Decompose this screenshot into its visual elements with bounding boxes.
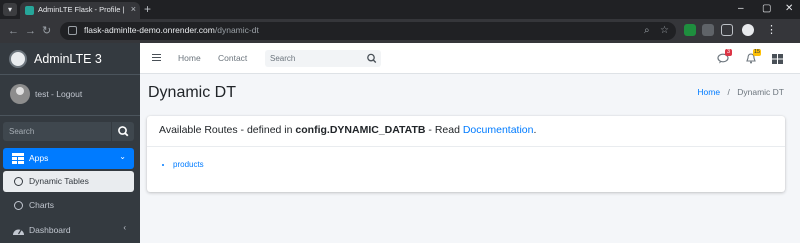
chevron-down-icon: ⌄	[119, 152, 126, 161]
adminlte-logo-icon	[9, 50, 27, 68]
brand-text: AdminLTE 3	[34, 52, 102, 66]
new-tab-button[interactable]: +	[144, 2, 151, 16]
control-sidebar-icon[interactable]	[772, 53, 783, 67]
address-bar[interactable]: flask-adminlte-demo.onrender.com/dynamic…	[60, 22, 676, 40]
card-title: Available Routes - defined in config.DYN…	[159, 124, 537, 136]
search-icon[interactable]	[366, 53, 378, 64]
sidebar-search-button[interactable]	[111, 122, 134, 141]
site-info-icon[interactable]	[68, 26, 77, 35]
routes-card: Available Routes - defined in config.DYN…	[147, 116, 785, 192]
extensions-puzzle-icon[interactable]	[721, 24, 733, 36]
browser-tabstrip: ▾ AdminLTE Flask - Profile | App... × + …	[0, 0, 800, 19]
sidebar-item-apps[interactable]: Apps ⌄	[3, 148, 134, 169]
th-large-icon	[772, 54, 783, 64]
browser-menu-icon[interactable]: ⋮	[766, 23, 777, 37]
reload-icon[interactable]: ↻	[42, 24, 51, 38]
profile-avatar-icon[interactable]	[742, 24, 754, 36]
favicon-icon	[25, 6, 34, 15]
sidebar-item-label: Dashboard	[29, 225, 71, 235]
route-link-products[interactable]: products	[173, 160, 204, 169]
menu-toggle-icon[interactable]	[152, 54, 161, 61]
zoom-icon[interactable]: ⌕	[644, 24, 650, 37]
bookmark-star-icon[interactable]: ☆	[660, 24, 669, 37]
sidebar-search	[3, 122, 134, 141]
grid-icon	[12, 153, 24, 164]
breadcrumb-current: Dynamic DT	[737, 87, 784, 97]
tab-close-icon[interactable]: ×	[131, 4, 136, 14]
tab-title: AdminLTE Flask - Profile | App...	[38, 5, 126, 14]
tab-search-button[interactable]: ▾	[3, 3, 17, 16]
navbar-search-input[interactable]	[265, 50, 361, 67]
forward-arrow-icon[interactable]: →	[25, 24, 36, 38]
breadcrumb-separator: /	[727, 87, 730, 97]
nav-link-contact[interactable]: Contact	[218, 53, 247, 63]
circle-icon	[14, 177, 23, 186]
messages-icon[interactable]: 3	[717, 49, 732, 67]
config-name: config.DYNAMIC_DATATB	[295, 124, 426, 136]
notifications-badge: 15	[753, 49, 762, 56]
sidebar-search-input[interactable]	[3, 122, 111, 141]
chevron-left-icon: ‹	[123, 223, 126, 232]
nav-link-home[interactable]: Home	[178, 53, 201, 63]
browser-tab[interactable]: AdminLTE Flask - Profile | App... ×	[20, 2, 140, 19]
dashboard-icon	[13, 229, 24, 235]
user-panel: test - Logout	[0, 76, 140, 116]
messages-badge: 3	[725, 49, 732, 56]
breadcrumb: Home / Dynamic DT	[697, 87, 784, 97]
sidebar-item-label: Dynamic Tables	[29, 176, 89, 186]
user-logout-link[interactable]: test - Logout	[35, 89, 82, 99]
breadcrumb-home-link[interactable]: Home	[697, 87, 720, 97]
close-window-button[interactable]: ✕	[785, 2, 793, 16]
minimize-button[interactable]: –	[738, 2, 744, 16]
route-list: products	[173, 160, 204, 169]
url-text: flask-adminlte-demo.onrender.com/dynamic…	[84, 25, 259, 35]
search-icon	[118, 126, 129, 137]
extension-gray-icon[interactable]	[702, 24, 714, 36]
extension-green-icon[interactable]	[684, 24, 696, 36]
card-header: Available Routes - defined in config.DYN…	[147, 116, 785, 147]
notifications-icon[interactable]: 15	[745, 49, 762, 67]
browser-toolbar: ← → ↻ flask-adminlte-demo.onrender.com/d…	[0, 19, 800, 43]
page-title: Dynamic DT	[148, 84, 237, 101]
circle-icon	[14, 201, 23, 210]
maximize-button[interactable]: ▢	[762, 2, 771, 16]
navbar-search	[265, 50, 381, 67]
sidebar: AdminLTE 3 test - Logout Apps ⌄ Dynamic …	[0, 43, 140, 243]
back-arrow-icon[interactable]: ←	[8, 24, 19, 38]
sidebar-item-charts[interactable]: Charts	[3, 195, 134, 216]
brand-link[interactable]: AdminLTE 3	[0, 43, 140, 75]
sidebar-item-dynamic-tables[interactable]: Dynamic Tables	[3, 171, 134, 192]
documentation-link[interactable]: Documentation	[463, 124, 534, 136]
main-navbar: Home Contact 3 15	[140, 43, 800, 74]
user-avatar	[10, 84, 30, 104]
sidebar-item-label: Charts	[29, 200, 55, 210]
sidebar-item-label: Apps	[29, 153, 49, 163]
sidebar-item-dashboard[interactable]: Dashboard ‹	[3, 220, 134, 241]
